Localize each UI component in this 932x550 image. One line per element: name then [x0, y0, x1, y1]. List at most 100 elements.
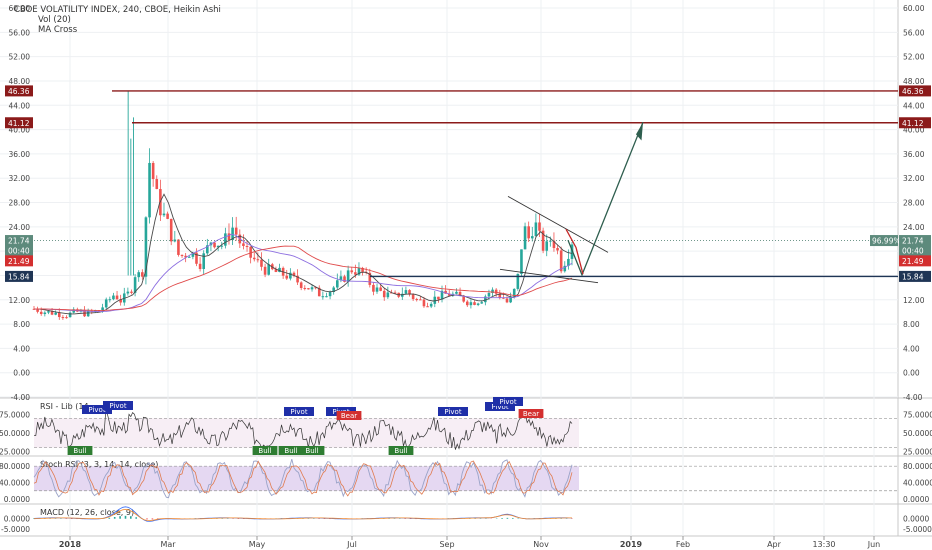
drawings[interactable]: 96.99%	[34, 90, 901, 284]
left-price-tick-label: 32.00	[9, 174, 31, 183]
candle-body	[137, 272, 141, 278]
candle-body	[260, 259, 263, 267]
candle-body	[115, 295, 119, 300]
rsi-marker-bear: Bear	[518, 409, 544, 418]
left-price-axis[interactable]: 60.0056.0052.0048.0044.0040.0036.0032.00…	[5, 4, 33, 402]
candle-body	[520, 249, 523, 274]
price-tick-label: 32.00	[903, 174, 925, 183]
candle-body	[321, 296, 325, 298]
candle-body	[187, 256, 191, 258]
time-tick-label: Nov	[533, 540, 549, 549]
indicator-left-tick-label: 40.0000	[0, 479, 30, 488]
candle	[68, 311, 72, 318]
candle	[429, 302, 433, 309]
candle	[545, 234, 549, 257]
left-price-tick-label: 8.00	[13, 320, 30, 329]
candle	[476, 302, 480, 307]
time-tick-label: 2018	[59, 540, 82, 549]
candle	[61, 314, 65, 320]
price-label-left: 00:40	[5, 245, 33, 257]
candle-body	[299, 282, 303, 288]
candle	[527, 221, 530, 243]
candle	[130, 289, 133, 295]
indicator-left-tick-label: 25.0000	[0, 447, 30, 456]
candle	[455, 288, 458, 295]
candle-body	[455, 291, 458, 294]
candle	[148, 148, 151, 224]
candle-body	[162, 213, 166, 216]
candle-body	[556, 248, 559, 251]
indicator-band	[34, 466, 579, 491]
macd-histogram-bar	[501, 518, 503, 519]
time-tick-label: Apr	[767, 540, 782, 549]
candle	[180, 254, 184, 258]
candle-body	[252, 257, 256, 260]
price-tick-label: 56.00	[903, 28, 925, 37]
rsi-pane[interactable]: 75.0000 75.0000 50.0000 50.0000 25.0000 25.00…	[0, 397, 932, 456]
price-label-text: 21.74	[902, 237, 924, 246]
rsi-marker-bull: Bull	[252, 446, 278, 455]
percent-badge: 96.99%	[870, 235, 901, 247]
candle-body	[54, 312, 57, 315]
candle	[397, 292, 400, 299]
price-axis[interactable]: 60.0056.0052.0048.0044.0040.0036.0032.00…	[899, 4, 931, 402]
rsi-marker-text: Bull	[284, 447, 297, 455]
candle-body	[372, 284, 375, 292]
price-tick-label: 52.00	[903, 53, 925, 62]
candle-body	[382, 290, 386, 298]
ma-long	[34, 245, 573, 311]
rsi-marker-bull: Bull	[67, 446, 93, 455]
candle	[303, 285, 307, 291]
candle-body	[386, 292, 390, 298]
candle-body	[126, 291, 130, 294]
time-tick-label: Sep	[439, 540, 454, 549]
trading-chart[interactable]: 96.99% 75.0000 75.0000 50.0000 50.0000 25.00…	[0, 0, 932, 550]
candle	[382, 288, 386, 301]
indicator-tick-label: 50.0000	[903, 429, 932, 438]
candle	[372, 282, 375, 296]
candle-body	[538, 222, 541, 231]
left-price-tick-label: -4.00	[11, 393, 31, 402]
candle-body	[465, 301, 469, 306]
candle-body	[198, 263, 202, 270]
candle-body	[169, 218, 173, 242]
stoch-rsi-pane[interactable]: 80.0000 80.0000 40.0000 40.0000 0.0000 0.0000…	[0, 458, 932, 504]
candle-body	[404, 290, 408, 294]
price-tick-label: 8.00	[903, 320, 920, 329]
candle	[224, 227, 227, 249]
candle-body	[151, 162, 155, 180]
candle-body	[469, 302, 473, 306]
candle	[458, 287, 462, 296]
price-pane[interactable]: 96.99%	[32, 90, 901, 320]
candle-body	[307, 288, 310, 290]
rsi-marker-pivot: Pivot	[103, 401, 133, 410]
left-price-tick-label: 52.00	[9, 53, 31, 62]
candle	[400, 287, 404, 301]
price-label-text: 46.36	[902, 87, 924, 96]
price-label-text: 00:40	[8, 247, 30, 256]
candle	[447, 289, 451, 296]
rsi-marker-text: Bull	[305, 447, 318, 455]
indicator-tick-label: 0.0000	[903, 514, 929, 523]
candle-body	[256, 259, 260, 261]
candle-body	[213, 242, 216, 248]
projection-up-arrow	[567, 122, 644, 277]
candle-body	[429, 303, 433, 307]
macd-pane[interactable]: 0.0000 0.0000 -5.0000 -5.0000 MACD (12, 26, …	[1, 506, 932, 534]
candle-body	[39, 311, 43, 315]
left-price-tick-label: 24.00	[9, 223, 31, 232]
rsi-marker-text: Bear	[523, 410, 539, 418]
candle-body	[108, 299, 112, 301]
candle-body	[325, 296, 328, 298]
candle	[112, 292, 115, 301]
rsi-marker-pivot: Pivot	[493, 397, 523, 406]
candle	[108, 296, 112, 303]
candle	[267, 258, 270, 276]
price-label-text: 00:40	[902, 247, 924, 256]
indicator-left-tick-label: -5.0000	[1, 525, 30, 534]
candle	[408, 289, 411, 297]
time-tick-label: Jun	[867, 540, 881, 549]
candle-body	[422, 299, 426, 307]
price-label-right: 46.36	[899, 85, 931, 97]
time-axis[interactable]: 2018 Mar May Jul Sep Nov 2019 Feb Apr 13:30 Jun	[59, 536, 880, 549]
